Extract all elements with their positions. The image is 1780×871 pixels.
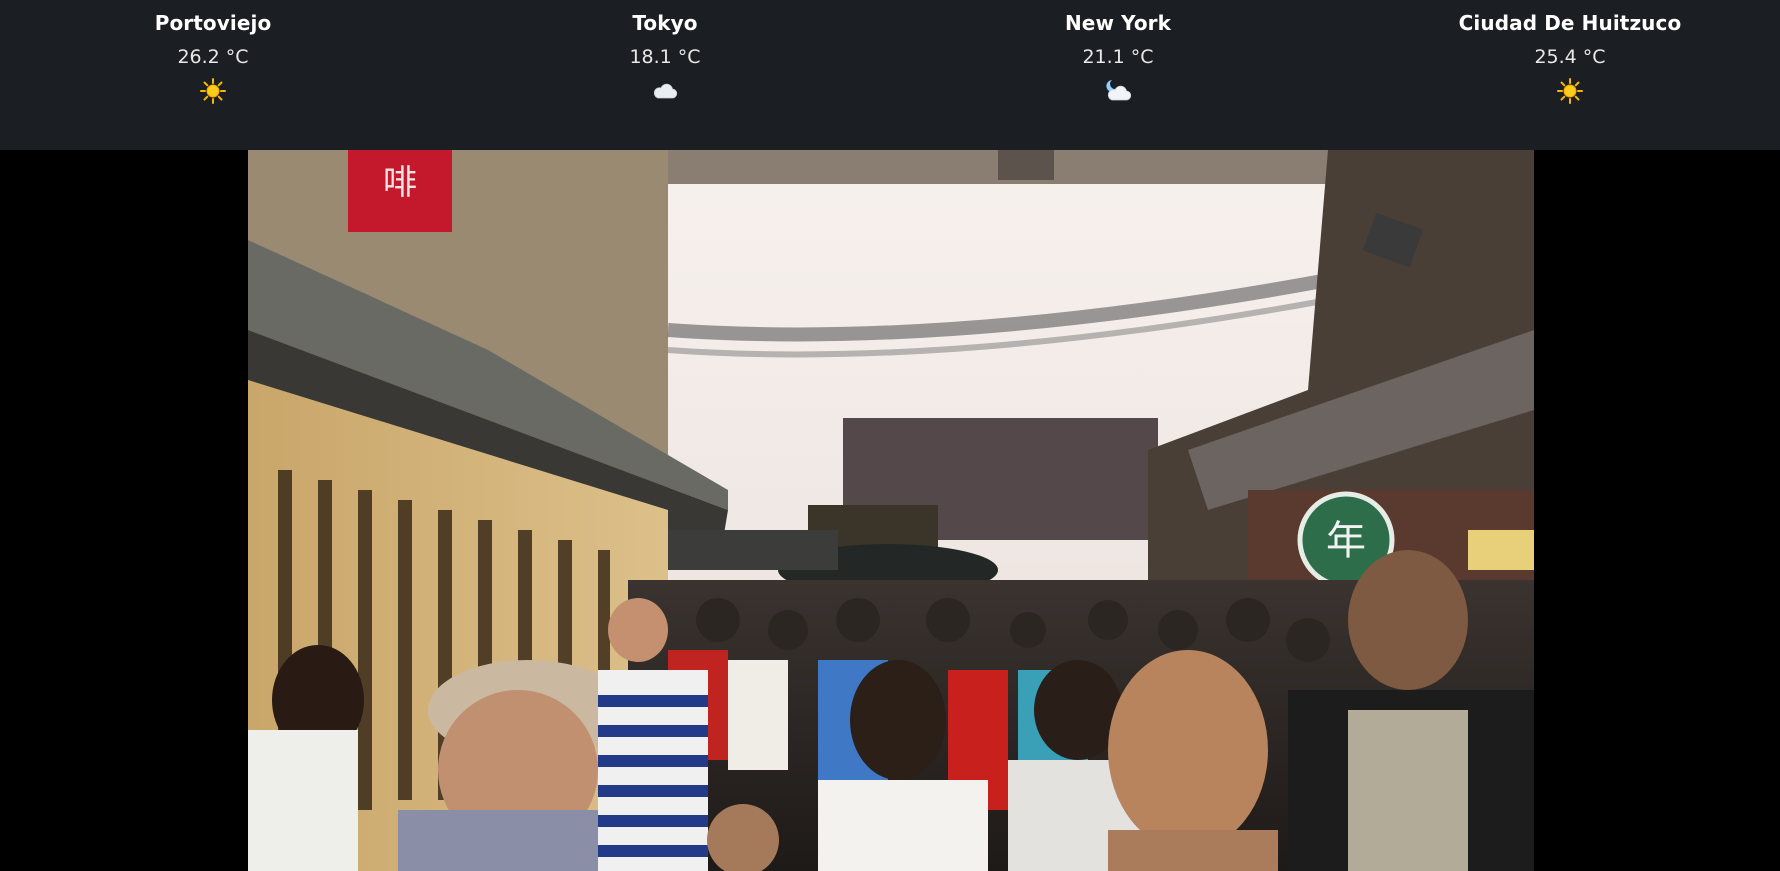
cloud-icon [653, 83, 678, 99]
moon-cloud-icon [1106, 80, 1132, 101]
city-name: Ciudad De Huitzuco [1458, 11, 1682, 35]
svg-text:年: 年 [1326, 518, 1366, 564]
city-name: Tokyo [632, 11, 698, 35]
weather-bar: Portoviejo 26.2 °C Tokyo 18.1 °C New Yor… [0, 0, 1780, 150]
city-temperature: 21.1 °C [1082, 46, 1154, 68]
city-card-portoviejo[interactable]: Portoviejo 26.2 °C [63, 0, 363, 105]
city-card-new-york[interactable]: New York 21.1 °C [968, 0, 1268, 105]
city-name: New York [1064, 11, 1172, 35]
sun-icon [200, 78, 226, 104]
sign-text: 啡 [383, 163, 417, 203]
street-scene-image: 啡 年 [248, 150, 1534, 871]
background-photo: 啡 年 [248, 150, 1534, 871]
city-card-tokyo[interactable]: Tokyo 18.1 °C [515, 0, 815, 105]
sun-icon [1557, 78, 1583, 104]
city-card-ciudad-de-huitzuco[interactable]: Ciudad De Huitzuco 25.4 °C [1420, 0, 1720, 105]
city-temperature: 25.4 °C [1534, 46, 1606, 68]
city-name: Portoviejo [154, 11, 272, 35]
city-temperature: 26.2 °C [177, 46, 249, 68]
city-temperature: 18.1 °C [629, 46, 701, 68]
